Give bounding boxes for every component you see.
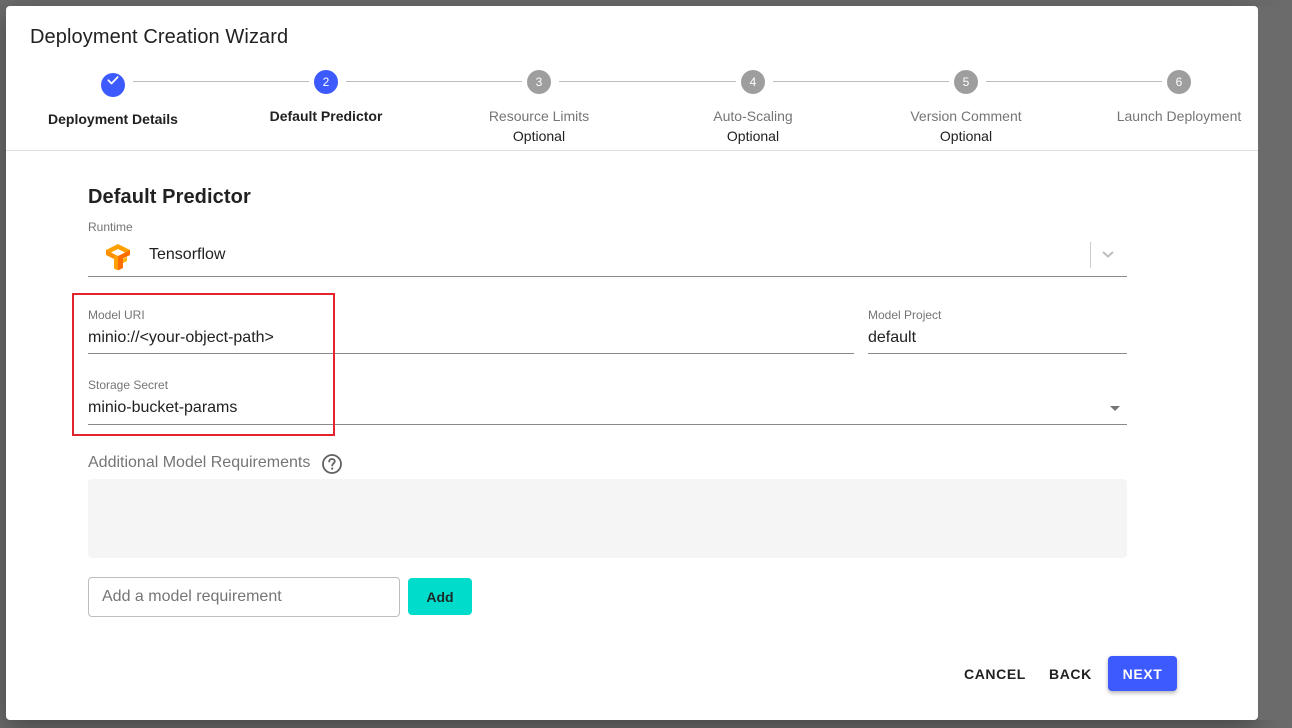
requirements-label: Additional Model Requirements bbox=[88, 454, 311, 471]
section-title: Default Predictor bbox=[88, 186, 251, 208]
storage-secret-select[interactable]: minio-bucket-params bbox=[88, 399, 237, 417]
step-number: 6 bbox=[1167, 70, 1191, 94]
wizard-stepper: Deployment Details 2 Default Predictor 3… bbox=[6, 68, 1258, 150]
model-uri-underline bbox=[88, 353, 854, 354]
step-number: 4 bbox=[741, 70, 765, 94]
step-launch-deployment[interactable]: 6 Launch Deployment bbox=[1079, 68, 1279, 124]
chevron-down-icon[interactable] bbox=[1101, 249, 1115, 259]
runtime-value: Tensorflow bbox=[149, 246, 226, 263]
tensorflow-logo-icon bbox=[106, 244, 130, 270]
step-label: Resource Limits bbox=[488, 108, 590, 124]
requirements-list bbox=[88, 479, 1127, 558]
step-label: Default Predictor bbox=[269, 108, 383, 124]
step-completed-indicator bbox=[101, 73, 125, 97]
runtime-label: Runtime bbox=[88, 220, 133, 234]
step-label: Launch Deployment bbox=[1116, 108, 1242, 124]
step-version-comment[interactable]: 5 Version Comment Optional bbox=[866, 68, 1066, 144]
storage-secret-label: Storage Secret bbox=[88, 378, 169, 392]
step-optional-label: Optional bbox=[726, 128, 780, 144]
deployment-wizard-dialog: Deployment Creation Wizard Deployment De… bbox=[6, 6, 1258, 720]
select-separator bbox=[1090, 242, 1091, 268]
background-overlay bbox=[1258, 6, 1292, 720]
next-button[interactable]: NEXT bbox=[1108, 656, 1177, 691]
step-number: 2 bbox=[314, 70, 338, 94]
requirement-input[interactable] bbox=[88, 577, 400, 617]
help-circle-icon[interactable] bbox=[321, 453, 343, 475]
dialog-title: Deployment Creation Wizard bbox=[30, 26, 289, 48]
back-button[interactable]: BACK bbox=[1041, 656, 1100, 692]
add-requirement-button[interactable]: Add bbox=[408, 578, 472, 615]
stepper-divider bbox=[6, 150, 1258, 151]
step-number: 5 bbox=[954, 70, 978, 94]
model-project-label: Model Project bbox=[868, 308, 942, 322]
check-icon bbox=[107, 76, 119, 85]
step-label: Version Comment bbox=[910, 108, 1022, 124]
step-optional-label: Optional bbox=[512, 128, 566, 144]
model-project-input[interactable]: default bbox=[868, 329, 916, 347]
model-uri-input[interactable]: minio://<your-object-path> bbox=[88, 329, 274, 347]
cancel-button[interactable]: CANCEL bbox=[956, 656, 1034, 692]
step-optional-label: Optional bbox=[939, 128, 993, 144]
step-label: Auto-Scaling bbox=[713, 108, 793, 124]
step-auto-scaling[interactable]: 4 Auto-Scaling Optional bbox=[653, 68, 853, 144]
step-deployment-details[interactable]: Deployment Details bbox=[13, 68, 213, 127]
step-default-predictor[interactable]: 2 Default Predictor bbox=[226, 68, 426, 124]
runtime-select[interactable]: Tensorflow bbox=[88, 236, 1127, 276]
step-label: Deployment Details bbox=[48, 111, 178, 127]
model-uri-label: Model URI bbox=[88, 308, 145, 322]
model-project-underline bbox=[868, 353, 1127, 354]
dropdown-arrow-icon[interactable] bbox=[1110, 406, 1120, 411]
runtime-underline bbox=[88, 276, 1127, 277]
step-resource-limits[interactable]: 3 Resource Limits Optional bbox=[439, 68, 639, 144]
storage-secret-underline bbox=[88, 424, 1127, 425]
step-number: 3 bbox=[527, 70, 551, 94]
